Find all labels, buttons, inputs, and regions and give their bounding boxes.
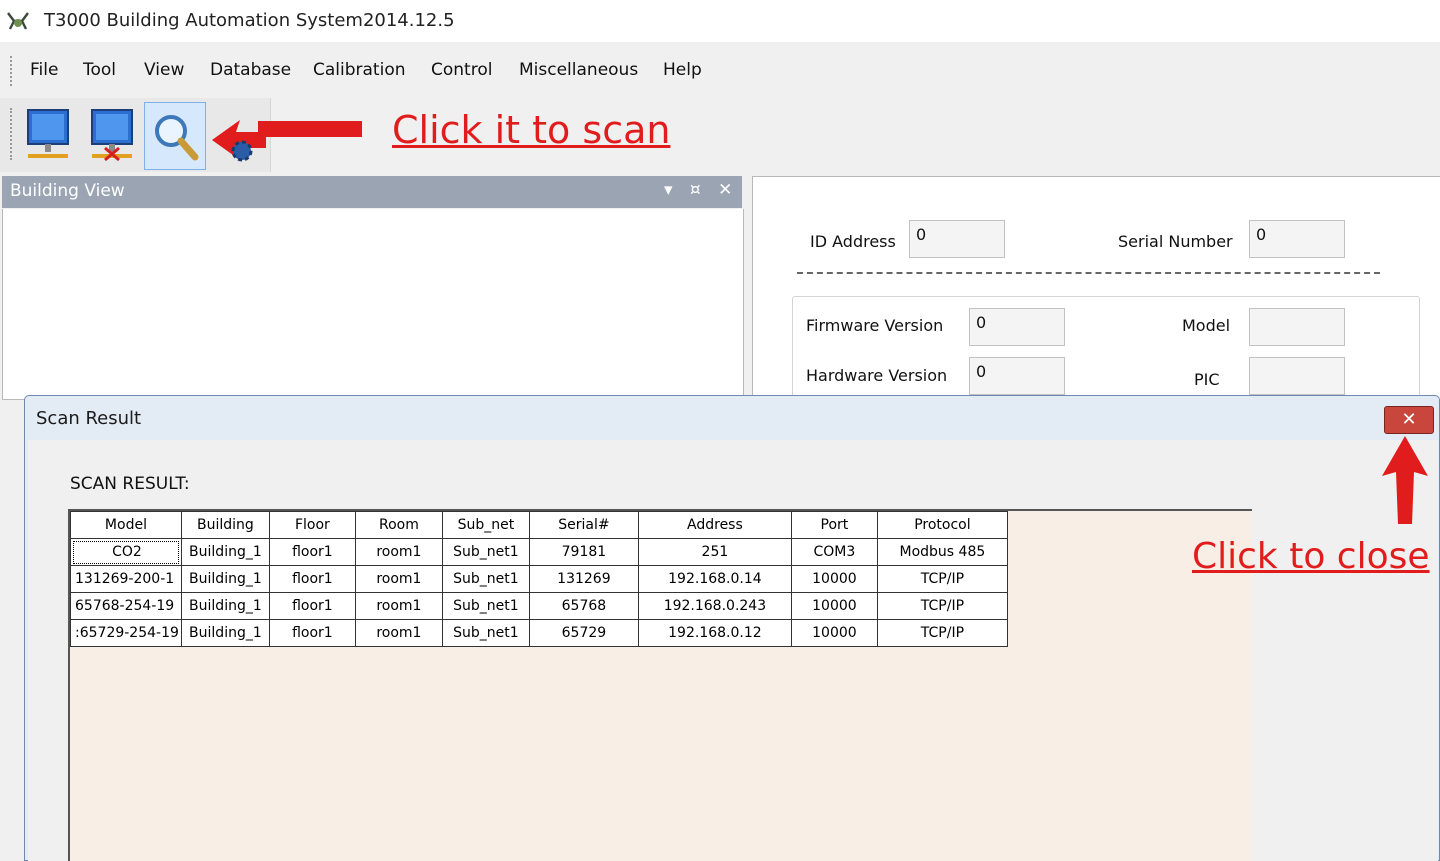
- firmware-version-field[interactable]: 0: [969, 308, 1065, 346]
- table-row[interactable]: 65768-254-19 Building_1 floor1 room1 Sub…: [70, 592, 1008, 620]
- toolbar-grip: [10, 108, 14, 160]
- building-view-controls[interactable]: ▾ ¤ ✕: [664, 180, 738, 200]
- cell-room[interactable]: room1: [354, 619, 443, 647]
- scan-result-table[interactable]: Model Building Floor Room Sub_net Serial…: [70, 511, 1008, 647]
- firmware-version-label: Firmware Version: [806, 316, 944, 335]
- cell-model[interactable]: :65729-254-19: [70, 619, 182, 647]
- cell-protocol[interactable]: TCP/IP: [876, 565, 1008, 593]
- menu-file[interactable]: File: [30, 60, 58, 80]
- separator: [797, 272, 1380, 274]
- table-row[interactable]: 131269-200-1 Building_1 floor1 room1 Sub…: [70, 565, 1008, 593]
- cell-address[interactable]: 192.168.0.14: [637, 565, 792, 593]
- table-header-row: Model Building Floor Room Sub_net Serial…: [70, 511, 1008, 539]
- pic-field[interactable]: [1249, 357, 1345, 395]
- menu-control[interactable]: Control: [431, 60, 492, 80]
- cell-building[interactable]: Building_1: [180, 565, 270, 593]
- cell-serial[interactable]: 131269: [528, 565, 639, 593]
- cell-protocol[interactable]: TCP/IP: [876, 592, 1008, 620]
- cell-building[interactable]: Building_1: [180, 619, 270, 647]
- cell-address[interactable]: 251: [637, 538, 792, 566]
- computer-connect-icon: [27, 109, 69, 158]
- cell-port[interactable]: 10000: [790, 619, 878, 647]
- cell-floor[interactable]: floor1: [268, 592, 356, 620]
- cell-floor[interactable]: floor1: [268, 619, 356, 647]
- model-label: Model: [1182, 316, 1231, 335]
- scan-button[interactable]: [144, 102, 206, 170]
- annotation-click-to-scan: Click it to scan: [392, 108, 671, 152]
- close-arrow-icon: [1382, 436, 1428, 524]
- id-address-label: ID Address: [810, 232, 896, 251]
- cell-floor[interactable]: floor1: [268, 538, 356, 566]
- cell-protocol[interactable]: TCP/IP: [876, 619, 1008, 647]
- column-header-subnet[interactable]: Sub_net: [441, 511, 530, 539]
- magnifier-icon: [155, 115, 199, 161]
- table-row[interactable]: CO2 Building_1 floor1 room1 Sub_net1 791…: [70, 538, 1008, 566]
- pic-label: PIC: [1194, 370, 1220, 389]
- window-title: T3000 Building Automation System2014.12.…: [44, 10, 455, 31]
- cell-subnet[interactable]: Sub_net1: [441, 619, 530, 647]
- id-address-field[interactable]: 0: [909, 220, 1005, 258]
- column-header-protocol[interactable]: Protocol: [876, 511, 1008, 539]
- column-header-floor[interactable]: Floor: [268, 511, 356, 539]
- connect-button[interactable]: [18, 102, 78, 168]
- close-button[interactable]: ✕: [1384, 406, 1434, 434]
- scan-result-label: SCAN RESULT:: [70, 474, 190, 494]
- cell-address[interactable]: 192.168.0.12: [637, 619, 792, 647]
- cell-subnet[interactable]: Sub_net1: [441, 592, 530, 620]
- app-logo-icon: [7, 12, 29, 30]
- model-field[interactable]: [1249, 308, 1345, 346]
- cell-port[interactable]: 10000: [790, 565, 878, 593]
- menu-miscellaneous[interactable]: Miscellaneous: [519, 60, 638, 80]
- table-row[interactable]: :65729-254-19 Building_1 floor1 room1 Su…: [70, 619, 1008, 647]
- menu-database[interactable]: Database: [210, 60, 291, 80]
- cell-address[interactable]: 192.168.0.243: [637, 592, 792, 620]
- cell-serial[interactable]: 79181: [528, 538, 639, 566]
- cell-room[interactable]: room1: [354, 592, 443, 620]
- cell-building[interactable]: Building_1: [180, 538, 270, 566]
- cell-subnet[interactable]: Sub_net1: [441, 565, 530, 593]
- cell-subnet[interactable]: Sub_net1: [441, 538, 530, 566]
- cell-room[interactable]: room1: [354, 538, 443, 566]
- scan-dialog-title: Scan Result: [36, 408, 142, 429]
- column-header-building[interactable]: Building: [180, 511, 270, 539]
- cell-serial[interactable]: 65768: [528, 592, 639, 620]
- column-header-model[interactable]: Model: [70, 511, 182, 539]
- serial-number-label: Serial Number: [1118, 232, 1233, 251]
- scan-arrow-shaft: [258, 121, 362, 137]
- computer-disconnect-icon: [91, 109, 133, 162]
- menu-view[interactable]: View: [144, 60, 184, 80]
- annotation-click-to-close: Click to close: [1192, 536, 1430, 577]
- cell-port[interactable]: 10000: [790, 592, 878, 620]
- cell-building[interactable]: Building_1: [180, 592, 270, 620]
- column-header-serial[interactable]: Serial#: [528, 511, 639, 539]
- menu-tool[interactable]: Tool: [83, 60, 116, 80]
- cell-room[interactable]: room1: [354, 565, 443, 593]
- cell-model[interactable]: 65768-254-19: [70, 592, 182, 620]
- disconnect-button[interactable]: [82, 102, 142, 168]
- cell-protocol[interactable]: Modbus 485: [876, 538, 1008, 566]
- cell-serial[interactable]: 65729: [528, 619, 639, 647]
- building-view-tree[interactable]: [2, 209, 744, 400]
- menu-calibration[interactable]: Calibration: [313, 60, 406, 80]
- menu-grip: [10, 56, 14, 86]
- cell-model[interactable]: 131269-200-1: [70, 565, 182, 593]
- building-view-title: Building View: [10, 181, 125, 201]
- cell-port[interactable]: COM3: [790, 538, 878, 566]
- column-header-address[interactable]: Address: [637, 511, 792, 539]
- menu-help[interactable]: Help: [663, 60, 702, 80]
- cell-model[interactable]: CO2: [70, 538, 182, 566]
- column-header-port[interactable]: Port: [790, 511, 878, 539]
- hardware-version-label: Hardware Version: [806, 366, 948, 385]
- serial-number-field[interactable]: 0: [1249, 220, 1345, 258]
- cell-floor[interactable]: floor1: [268, 565, 356, 593]
- gear-icon: [231, 140, 253, 162]
- hardware-version-field[interactable]: 0: [969, 357, 1065, 395]
- column-header-room[interactable]: Room: [354, 511, 443, 539]
